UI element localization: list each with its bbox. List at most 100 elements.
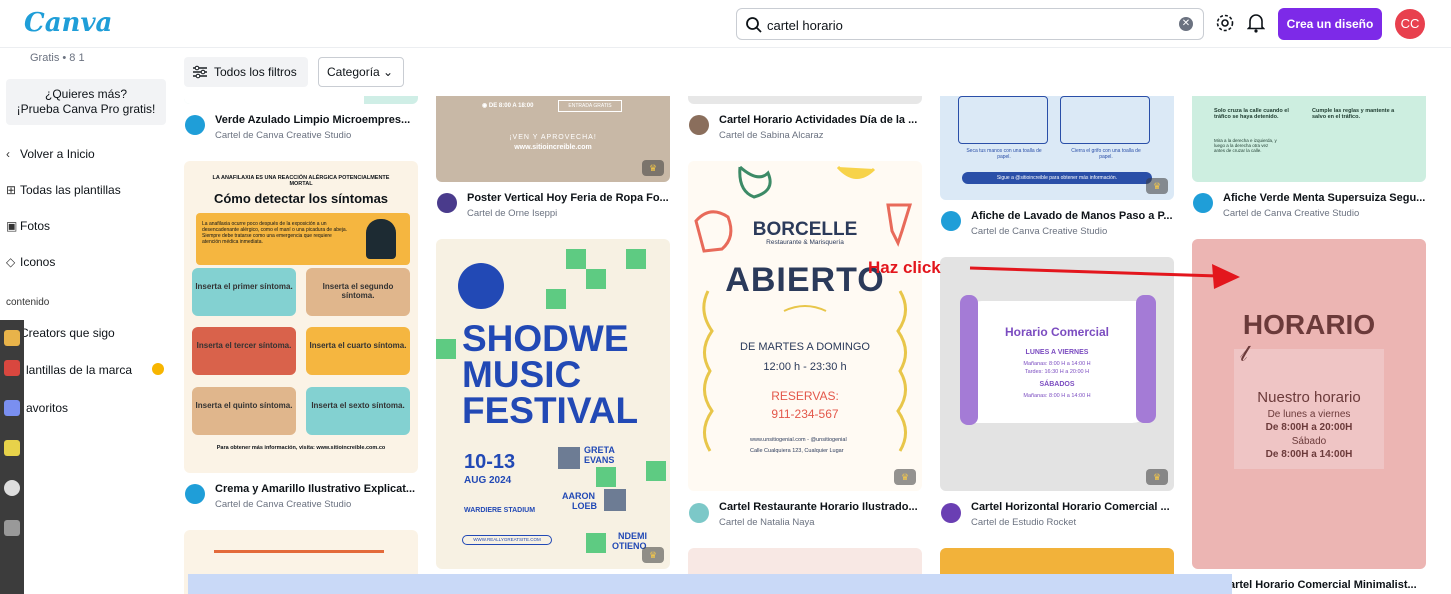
crown-icon: ♛ [1146,469,1168,485]
thumb-intro: La anafilaxia ocurre poco después de la … [202,221,348,245]
template-author: Cartel de Canva Creative Studio [215,130,352,141]
template-title[interactable]: Verde Azulado Limpio Microempres... [215,114,410,126]
template-title[interactable]: Cartel Restaurante Horario Ilustrado... [719,501,918,513]
bell-icon[interactable] [1247,13,1265,33]
clear-search-icon[interactable]: ✕ [1179,17,1193,31]
step-text: Inserta el quinto síntoma. [195,401,293,410]
template-card-shodwe[interactable]: SHODWE MUSIC FESTIVAL 10-13 AUG 2024 WAR… [436,239,670,569]
template-card-lavado[interactable]: Seca tus manos con una toalla de papel. … [940,96,1174,200]
plan-label: Gratis • 8 1 [30,52,85,64]
artist-name: NDEMI [618,531,647,541]
thumb-hours: ◉ DE 8:00 A 18:00 [482,103,534,109]
deco-square [586,533,606,553]
thumb-line: De 8:00H a 14:00H [1265,449,1353,460]
template-title[interactable]: Crema y Amarillo Ilustrativo Explicat... [215,483,415,495]
canva-logo[interactable]: Canva [24,8,112,38]
template-title[interactable]: Poster Vertical Hoy Feria de Ropa Fo... [467,192,669,204]
thumb-url: WWW.REALLYGREATSITE.COM [462,535,552,545]
template-title[interactable]: Cartel Horizontal Horario Comercial ... [971,501,1170,513]
artist-photo [604,489,626,511]
crown-icon: ♛ [642,547,664,563]
search-icon [746,17,762,33]
step-box: Inserta el sexto síntoma. [306,387,410,435]
template-card-menta[interactable]: Solo cruza la calle cuando el tráfico se… [1192,96,1426,182]
artist-name: AARON [562,491,595,501]
template-card-actividades[interactable] [688,96,922,104]
artist-name: EVANS [584,455,615,465]
deco-square [586,269,606,289]
category-dropdown[interactable]: Categoría ⌄ [318,57,404,87]
crown-icon: ♛ [642,160,664,176]
template-title[interactable]: Cartel Horario Actividades Día de la ... [719,114,917,126]
template-title[interactable]: Afiche Verde Menta Supersuiza Segu... [1223,192,1425,204]
thumb-tag: Restaurante & Marisquería [766,239,844,246]
deco-left [960,295,978,425]
avatar[interactable]: CC [1395,9,1425,39]
creator-avatar [185,484,205,504]
thumb-line: De 8:00H a 20:00H [1265,422,1353,433]
thumb-line: Sábado [1291,436,1327,447]
top-bar: Canva ✕ Crea un diseño CC [0,0,1451,48]
thumb-row: Tardes: 16:30 H a 20:00 H [1024,369,1090,375]
crown-icon: ♛ [894,469,916,485]
template-grid: Verde Azulado Limpio Microempres... Cart… [0,96,1451,594]
bottom-banner [188,574,1232,594]
deco-square [566,249,586,269]
thumb-hours: 12:00 h - 23:30 h [763,361,847,373]
template-author: Cartel de Canva Creative Studio [215,499,352,510]
template-card-feria[interactable]: ◉ DE 8:00 A 18:00 ENTRADA GRATIS ¡VEN Y … [436,96,670,182]
template-card-rocket[interactable]: Horario Comercial LUNES A VIERNES Mañana… [940,257,1174,491]
annotation-arrow [969,264,1240,289]
creator-avatar [689,503,709,523]
thumb-footer: Sigue a @sitioincreible para obtener más… [962,172,1152,184]
thumb-title: Horario Comercial [1004,325,1110,339]
template-author: Cartel de Canva Creative Studio [1223,208,1360,219]
creator-avatar [185,115,205,135]
deco-square [546,289,566,309]
deco-square [646,461,666,481]
thumb-intro-box: La anafilaxia ocurre poco después de la … [196,213,410,265]
template-card-borcelle[interactable]: BORCELLE Restaurante & Marisquería ABIER… [688,161,922,491]
thumb-bar [214,550,384,553]
search-bar[interactable]: ✕ [736,8,1204,40]
gear-icon[interactable] [1215,13,1235,33]
creator-avatar [437,193,457,213]
template-title[interactable]: Afiche de Lavado de Manos Paso a P... [971,210,1173,222]
thumb-url: www.sitioincreible.com [514,144,592,151]
sliders-icon [193,65,207,79]
step-text: Inserta el cuarto síntoma. [309,341,407,350]
thumb-badge: ENTRADA GRATIS [558,100,622,112]
template-author: Cartel de Estudio Rocket [971,517,1077,528]
thumb-month: AUG 2024 [464,475,512,486]
creator-avatar [941,503,961,523]
thumb-panel [184,96,364,104]
template-author: Cartel de Canva Creative Studio [971,226,1108,237]
creator-avatar [1193,193,1213,213]
step-text: Cierra el grifo con una toalla de papel. [1071,148,1141,160]
paperclip-icon: 𝓁 [1240,341,1248,366]
creator-avatar [689,115,709,135]
thumb-line: De lunes a viernes [1267,409,1351,420]
template-author: Cartel de Sabina Alcaraz [719,130,824,141]
step-text: Inserta el sexto síntoma. [311,401,405,410]
thumb-subtitle: Nuestro horario [1257,389,1361,406]
shodwe-seal [458,263,504,309]
thumb-row: Mañanas: 8:00 H a 14:00 H [1023,393,1091,399]
template-card-verde[interactable] [184,96,418,104]
step-illustration [958,96,1048,144]
template-title[interactable]: artel Horario Comercial Minimalist... [1229,579,1417,591]
step-text: Inserta el segundo síntoma. [322,282,394,300]
thumb-days: LUNES A VIERNES [1025,349,1089,356]
filter-bar: Todos los filtros Categoría ⌄ [170,48,1451,96]
category-label: Categoría [327,65,380,79]
deco-right [1136,295,1156,423]
step-text: Seca tus manos con una toalla de papel. [966,148,1042,160]
thumb-title-1: SHODWE [462,318,629,359]
create-design-button[interactable]: Crea un diseño [1278,8,1382,40]
all-filters-button[interactable]: Todos los filtros [184,57,308,87]
template-card-anafilaxia[interactable]: LA ANAFILAXIA ES UNA REACCIÓN ALÉRGICA P… [184,161,418,473]
doctor-illustration [366,219,396,259]
deco-square [626,249,646,269]
artist-name: GRETA [584,445,615,455]
search-input[interactable] [767,14,1167,36]
